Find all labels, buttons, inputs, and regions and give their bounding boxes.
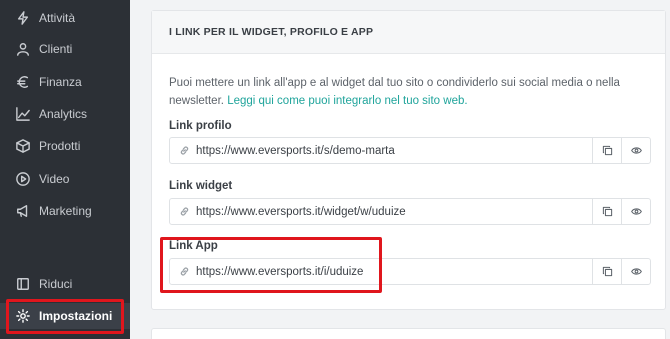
- copy-app-link-button[interactable]: [592, 259, 621, 284]
- link-icon: [170, 259, 192, 284]
- copy-icon: [602, 145, 612, 156]
- eye-icon: [630, 268, 642, 275]
- sidebar-item-video[interactable]: Video: [0, 166, 130, 192]
- user-icon: [15, 41, 31, 57]
- sidebar-item-label: Impostazioni: [39, 309, 113, 323]
- app-link-url[interactable]: https://www.eversports.it/i/uduize: [192, 259, 592, 284]
- collapse-icon: [15, 276, 31, 292]
- sidebar-item-label: Marketing: [39, 204, 92, 218]
- card-description: Puoi mettere un link all'app e al widget…: [169, 74, 649, 110]
- eye-icon: [630, 208, 642, 215]
- eye-icon: [630, 147, 642, 154]
- preview-app-link-button[interactable]: [621, 259, 650, 284]
- integration-help-link[interactable]: Leggi qui come puoi integrarlo nel tuo s…: [227, 95, 467, 107]
- sidebar-collapse-label: Riduci: [39, 277, 73, 291]
- box-icon: [15, 138, 31, 154]
- copy-icon: [602, 206, 612, 217]
- copy-widget-link-button[interactable]: [592, 199, 621, 224]
- copy-profile-link-button[interactable]: [592, 138, 621, 163]
- megaphone-icon: [15, 203, 31, 219]
- sidebar-item-label: Prodotti: [39, 139, 81, 153]
- sidebar-item-finanza[interactable]: Finanza: [0, 69, 130, 95]
- sidebar-item-impostazioni[interactable]: Impostazioni: [0, 303, 130, 329]
- app-link-field: https://www.eversports.it/i/uduize: [169, 258, 651, 285]
- sidebar-item-label: Attività: [39, 11, 76, 25]
- link-icon: [170, 199, 192, 224]
- copy-icon: [602, 266, 612, 277]
- links-card: I LINK PER IL WIDGET, PROFILO E APP Puoi…: [151, 10, 666, 310]
- sidebar-item-label: Video: [39, 172, 70, 186]
- profile-link-url[interactable]: https://www.eversports.it/s/demo-marta: [192, 138, 592, 163]
- trend-icon: [15, 106, 31, 122]
- sidebar-item-marketing[interactable]: Marketing: [0, 198, 130, 224]
- euro-icon: [15, 74, 31, 90]
- link-icon: [170, 138, 192, 163]
- widget-link-label: Link widget: [169, 180, 233, 192]
- card-title: I LINK PER IL WIDGET, PROFILO E APP: [152, 11, 665, 54]
- sidebar-item-clienti[interactable]: Clienti: [0, 36, 130, 62]
- next-card: [151, 328, 666, 339]
- sidebar-collapse-button[interactable]: Riduci: [0, 271, 130, 297]
- widget-link-field: https://www.eversports.it/widget/w/uduiz…: [169, 198, 651, 225]
- preview-widget-link-button[interactable]: [621, 199, 650, 224]
- profile-link-label: Link profilo: [169, 120, 232, 132]
- preview-profile-link-button[interactable]: [621, 138, 650, 163]
- profile-link-field: https://www.eversports.it/s/demo-marta: [169, 137, 651, 164]
- gear-icon: [15, 308, 31, 324]
- app-link-label: Link App: [169, 240, 218, 252]
- widget-link-url[interactable]: https://www.eversports.it/widget/w/uduiz…: [192, 199, 592, 224]
- sidebar: Attività Clienti Finanza Analytics Prodo…: [0, 0, 130, 339]
- bolt-icon: [15, 10, 31, 26]
- sidebar-item-label: Analytics: [39, 107, 88, 121]
- sidebar-item-label: Clienti: [39, 42, 73, 56]
- sidebar-item-prodotti[interactable]: Prodotti: [0, 133, 130, 159]
- sidebar-item-analytics[interactable]: Analytics: [0, 101, 130, 127]
- play-icon: [15, 171, 31, 187]
- sidebar-item-label: Finanza: [39, 75, 82, 89]
- sidebar-item-attivita[interactable]: Attività: [0, 5, 130, 31]
- main-content: I LINK PER IL WIDGET, PROFILO E APP Puoi…: [130, 0, 670, 339]
